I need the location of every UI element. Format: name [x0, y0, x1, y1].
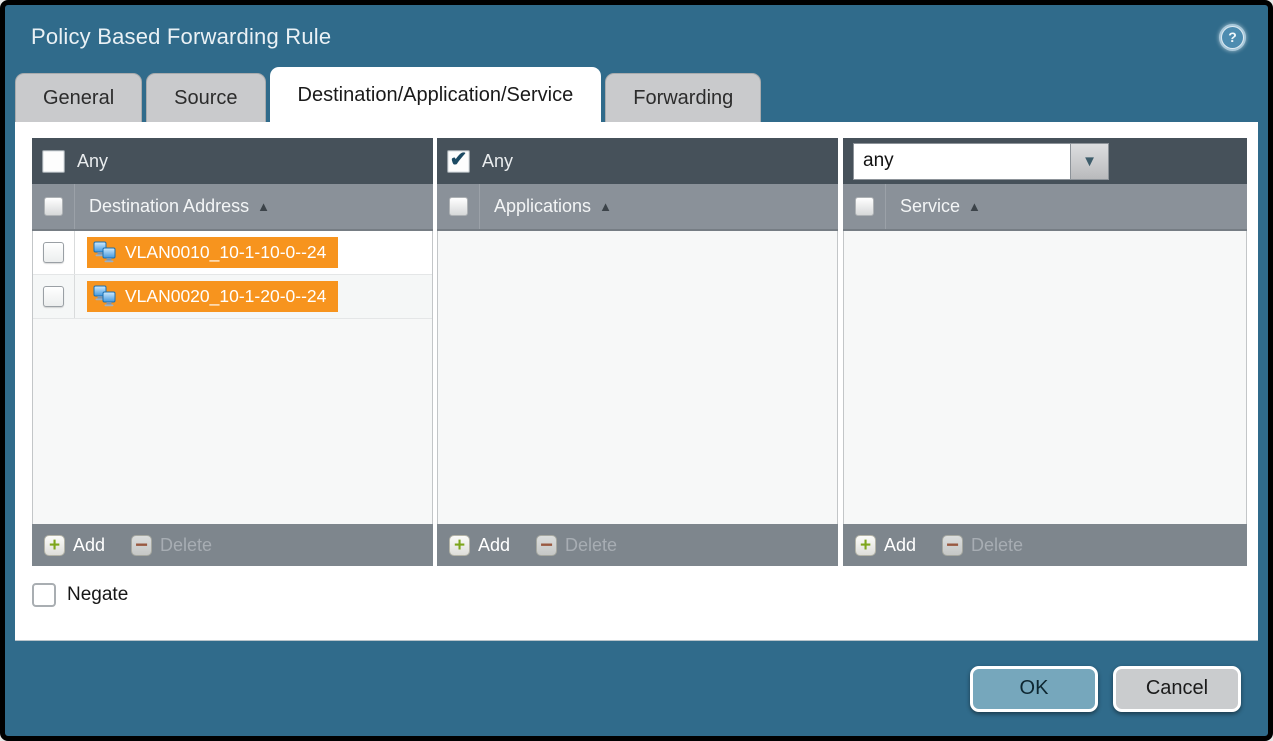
applications-any-bar: ✔ Any [437, 138, 838, 184]
ok-button[interactable]: OK [970, 666, 1098, 712]
title-bar: Policy Based Forwarding Rule ? [5, 5, 1268, 69]
applications-list [437, 231, 838, 524]
service-list [843, 231, 1247, 524]
service-any-bar: any ▼ [843, 138, 1247, 184]
table-row[interactable]: VLAN0010_10-1-10-0--24 [33, 231, 432, 275]
tab-forwarding[interactable]: Forwarding [605, 73, 761, 122]
add-button[interactable]: + Add [449, 535, 510, 556]
destination-select-all-checkbox[interactable] [44, 197, 63, 216]
destination-toolbar: + Add − Delete [32, 524, 433, 566]
applications-any-checkbox[interactable]: ✔ [447, 150, 470, 173]
table-row[interactable]: VLAN0020_10-1-20-0--24 [33, 275, 432, 319]
policy-based-forwarding-dialog: Policy Based Forwarding Rule ? General S… [0, 0, 1273, 741]
service-header-label[interactable]: Service [900, 196, 960, 217]
dialog-footer: OK Cancel [5, 641, 1268, 736]
destination-header-label[interactable]: Destination Address [89, 196, 249, 217]
service-column-header: Service ▲ [843, 184, 1247, 231]
add-button-label: Add [884, 535, 916, 556]
page-title: Policy Based Forwarding Rule [31, 24, 331, 50]
row-checkbox[interactable] [43, 242, 64, 263]
add-icon: + [44, 535, 65, 556]
sort-asc-icon[interactable]: ▲ [257, 199, 270, 214]
row-checkbox[interactable] [43, 286, 64, 307]
sort-asc-icon[interactable]: ▲ [599, 199, 612, 214]
chevron-down-icon: ▼ [1082, 153, 1097, 170]
selector-columns: Any Destination Address ▲ [32, 138, 1247, 566]
delete-button-label: Delete [971, 535, 1023, 556]
service-dropdown-value[interactable]: any [853, 143, 1071, 180]
service-select-all-checkbox[interactable] [855, 197, 874, 216]
applications-header-checkbox-cell [437, 184, 480, 229]
service-dropdown-button[interactable]: ▼ [1071, 143, 1109, 180]
sort-asc-icon[interactable]: ▲ [968, 199, 981, 214]
add-button-label: Add [478, 535, 510, 556]
address-object-label: VLAN0010_10-1-10-0--24 [125, 242, 326, 263]
negate-label: Negate [67, 584, 128, 606]
destination-address-column: Any Destination Address ▲ [32, 138, 433, 566]
destination-any-checkbox[interactable] [42, 150, 65, 173]
address-object-label: VLAN0020_10-1-20-0--24 [125, 286, 326, 307]
service-header-checkbox-cell [843, 184, 886, 229]
tab-source[interactable]: Source [146, 73, 265, 122]
tab-general[interactable]: General [15, 73, 142, 122]
applications-toolbar: + Add − Delete [437, 524, 838, 566]
add-button-label: Add [73, 535, 105, 556]
destination-header-checkbox-cell [32, 184, 75, 229]
tab-bar: General Source Destination/Application/S… [5, 69, 1268, 122]
delete-button[interactable]: − Delete [942, 535, 1023, 556]
address-object-chip[interactable]: VLAN0020_10-1-20-0--24 [87, 281, 338, 312]
add-icon: + [855, 535, 876, 556]
applications-header-label[interactable]: Applications [494, 196, 591, 217]
applications-column-header: Applications ▲ [437, 184, 838, 231]
delete-icon: − [942, 535, 963, 556]
delete-button-label: Delete [565, 535, 617, 556]
applications-select-all-checkbox[interactable] [449, 197, 468, 216]
delete-icon: − [536, 535, 557, 556]
add-icon: + [449, 535, 470, 556]
destination-any-bar: Any [32, 138, 433, 184]
tab-destination-application-service[interactable]: Destination/Application/Service [270, 67, 602, 122]
delete-button[interactable]: − Delete [536, 535, 617, 556]
negate-checkbox[interactable] [32, 583, 56, 607]
delete-button[interactable]: − Delete [131, 535, 212, 556]
cancel-button[interactable]: Cancel [1113, 666, 1241, 712]
service-toolbar: + Add − Delete [843, 524, 1247, 566]
applications-any-label: Any [482, 151, 513, 172]
row-checkbox-cell [33, 275, 75, 318]
help-icon: ? [1222, 27, 1243, 48]
checkmark-icon: ✔ [450, 149, 468, 170]
add-button[interactable]: + Add [44, 535, 105, 556]
help-button[interactable]: ? [1219, 24, 1246, 51]
network-icon [92, 285, 117, 308]
network-icon [92, 241, 117, 264]
service-dropdown[interactable]: any ▼ [853, 143, 1109, 180]
delete-button-label: Delete [160, 535, 212, 556]
service-column: any ▼ Service ▲ + [843, 138, 1247, 566]
row-checkbox-cell [33, 231, 75, 274]
destination-column-header: Destination Address ▲ [32, 184, 433, 231]
destination-list: VLAN0010_10-1-10-0--24 [32, 231, 433, 524]
delete-icon: − [131, 535, 152, 556]
add-button[interactable]: + Add [855, 535, 916, 556]
address-object-chip[interactable]: VLAN0010_10-1-10-0--24 [87, 237, 338, 268]
negate-row: Negate [32, 583, 1247, 607]
applications-column: ✔ Any Applications ▲ + Add [437, 138, 838, 566]
destination-any-label: Any [77, 151, 108, 172]
tab-content-panel: Any Destination Address ▲ [15, 122, 1258, 641]
